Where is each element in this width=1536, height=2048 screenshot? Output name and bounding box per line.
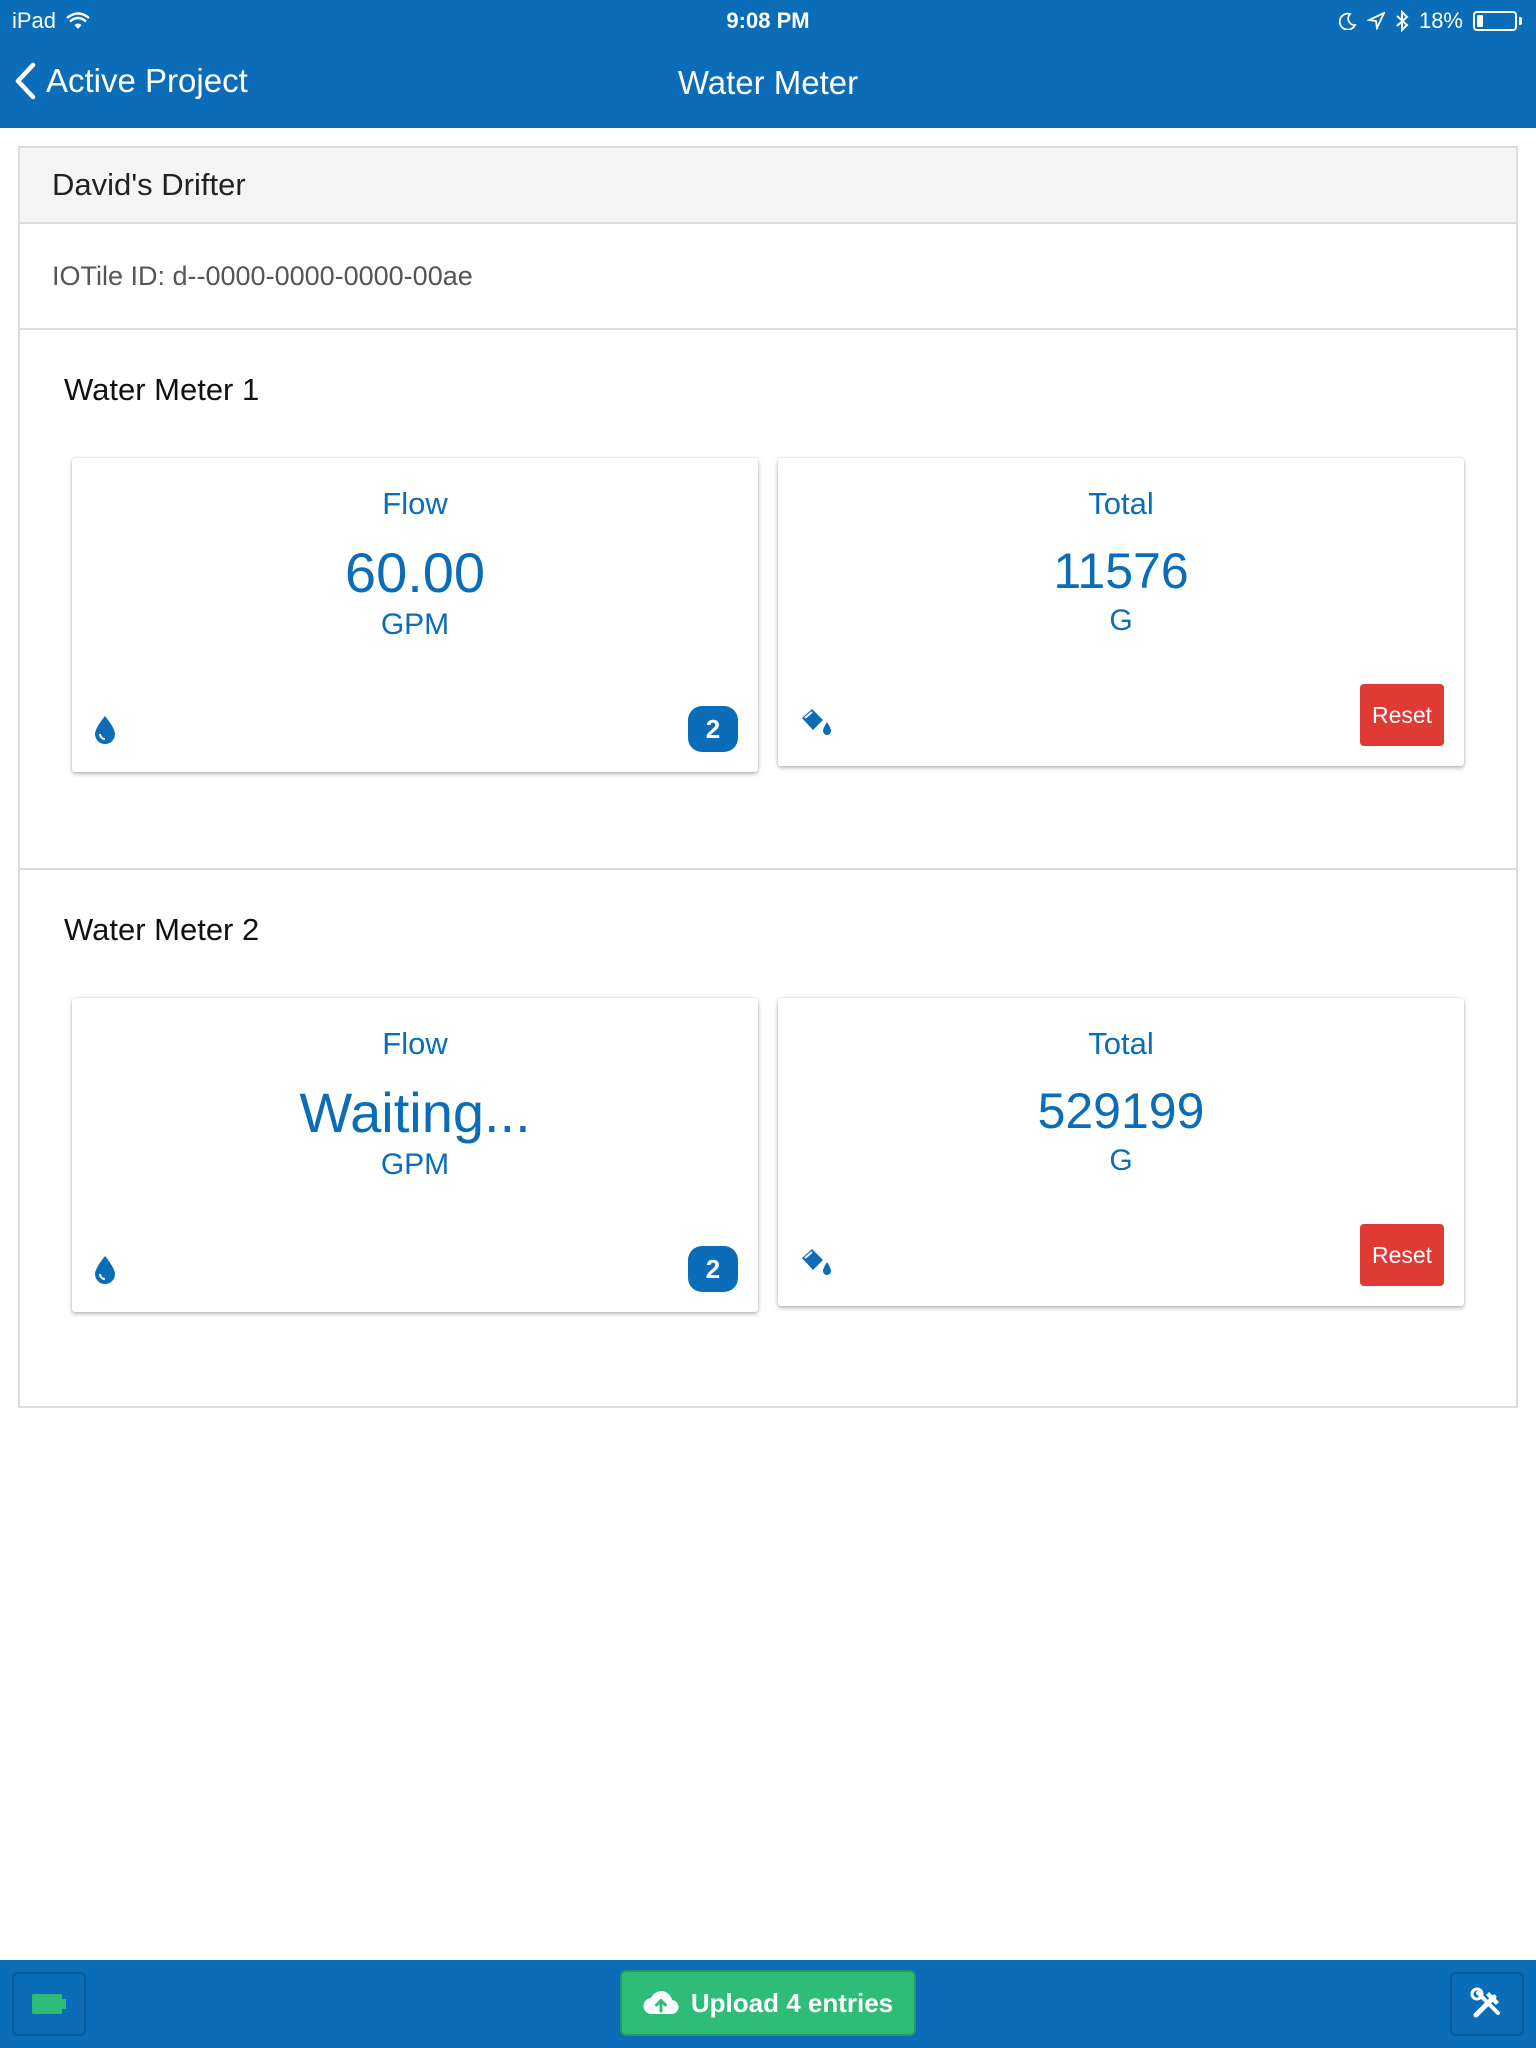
total-unit: G	[1109, 1144, 1133, 1177]
meter-title: Water Meter 2	[64, 912, 260, 947]
flow-unit: GPM	[380, 1148, 450, 1181]
device-name: David's Drifter	[20, 148, 1516, 224]
status-bar: iPad 9:08 PM 18%	[0, 0, 1536, 40]
battery-level-icon	[1473, 11, 1517, 31]
flow-card[interactable]: Flow 60.00 GPM 2	[72, 458, 758, 772]
upload-label: Upload 4 entries	[690, 1987, 894, 2018]
bottom-toolbar: Upload 4 entries	[0, 1960, 1536, 2048]
page-title: Water Meter	[677, 64, 859, 101]
location-arrow-icon	[1366, 12, 1385, 30]
flow-label: Flow	[382, 1026, 448, 1061]
nav-bar: Active Project Water Meter	[0, 52, 1536, 116]
iotile-id: IOTile ID: d--0000-0000-0000-00ae	[20, 224, 1516, 330]
total-unit: G	[1109, 604, 1133, 637]
water-drop-icon	[95, 1256, 115, 1284]
reset-button[interactable]: Reset	[1360, 1224, 1444, 1286]
moon-icon	[1338, 12, 1357, 30]
flow-value: 60.00	[344, 541, 486, 604]
status-time: 9:08 PM	[726, 8, 810, 33]
total-value: 11576	[1053, 543, 1189, 599]
total-card[interactable]: Total 529199 G Reset	[778, 998, 1464, 1306]
meter-section-1: Water Meter 1 Flow 60.00 GPM 2 Total 115…	[20, 330, 1516, 870]
meter-section-2: Water Meter 2 Flow Waiting... GPM 2 Tota…	[20, 870, 1516, 1408]
paint-bucket-icon	[802, 1249, 831, 1275]
total-label: Total	[1088, 1026, 1154, 1061]
water-drop-icon	[95, 716, 115, 744]
reset-button[interactable]: Reset	[1360, 684, 1444, 746]
device-panel: David's Drifter IOTile ID: d--0000-0000-…	[18, 146, 1518, 1408]
flow-unit: GPM	[380, 608, 450, 641]
tools-button[interactable]	[1450, 1972, 1524, 2036]
battery-button[interactable]	[12, 1972, 86, 2036]
flow-label: Flow	[382, 486, 448, 521]
count-badge: 2	[688, 706, 738, 752]
count-badge: 2	[688, 1246, 738, 1292]
total-label: Total	[1088, 486, 1154, 521]
paint-bucket-icon	[802, 709, 831, 735]
flow-value: Waiting...	[299, 1081, 531, 1144]
bluetooth-icon	[1396, 10, 1409, 32]
flow-card[interactable]: Flow Waiting... GPM 2	[72, 998, 758, 1312]
battery-icon	[32, 1994, 66, 2014]
upload-button[interactable]: Upload 4 entries	[620, 1970, 916, 2036]
total-value: 529199	[1037, 1083, 1205, 1139]
tools-icon	[1470, 1987, 1500, 2018]
meter-title: Water Meter 1	[64, 372, 260, 407]
cloud-upload-icon	[643, 1991, 679, 2015]
total-card[interactable]: Total 11576 G Reset	[778, 458, 1464, 766]
app-header: iPad 9:08 PM 18% Active Project Water Me…	[0, 0, 1536, 128]
battery-percent: 18%	[1418, 8, 1463, 33]
